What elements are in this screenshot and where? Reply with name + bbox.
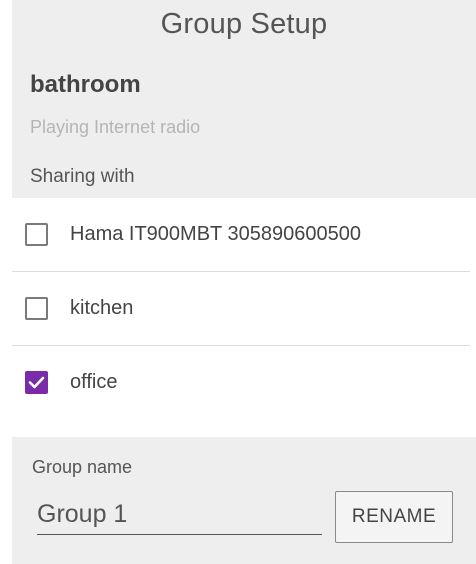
group-header-panel: Group Setup bathroom Playing Internet ra…	[12, 0, 476, 198]
group-name-label: Group name	[32, 457, 133, 477]
group-setup-dialog: Group Setup bathroom Playing Internet ra…	[0, 0, 476, 564]
sharing-with-label: Sharing with	[30, 166, 135, 187]
device-row-kitchen[interactable]: kitchen	[12, 271, 470, 345]
device-label: office	[70, 371, 118, 393]
device-row-office[interactable]: office	[12, 345, 470, 419]
checkmark-icon	[28, 376, 45, 389]
device-row-hama[interactable]: Hama IT900MBT 305890600500	[12, 198, 470, 271]
device-label: Hama IT900MBT 305890600500	[70, 223, 361, 245]
rename-button[interactable]: RENAME	[335, 491, 453, 543]
device-checkbox-kitchen[interactable]	[25, 297, 48, 320]
device-checkbox-office[interactable]	[25, 371, 48, 394]
dialog-title: Group Setup	[160, 8, 328, 40]
device-label: kitchen	[70, 297, 134, 319]
device-checkbox-hama[interactable]	[25, 223, 48, 246]
device-list: Hama IT900MBT 305890600500 kitchen offic…	[12, 198, 470, 419]
group-name-panel: Group name RENAME	[12, 437, 476, 564]
group-name-input[interactable]	[37, 499, 322, 535]
playback-status: Playing Internet radio	[30, 117, 201, 137]
group-name-heading: bathroom	[30, 71, 141, 98]
